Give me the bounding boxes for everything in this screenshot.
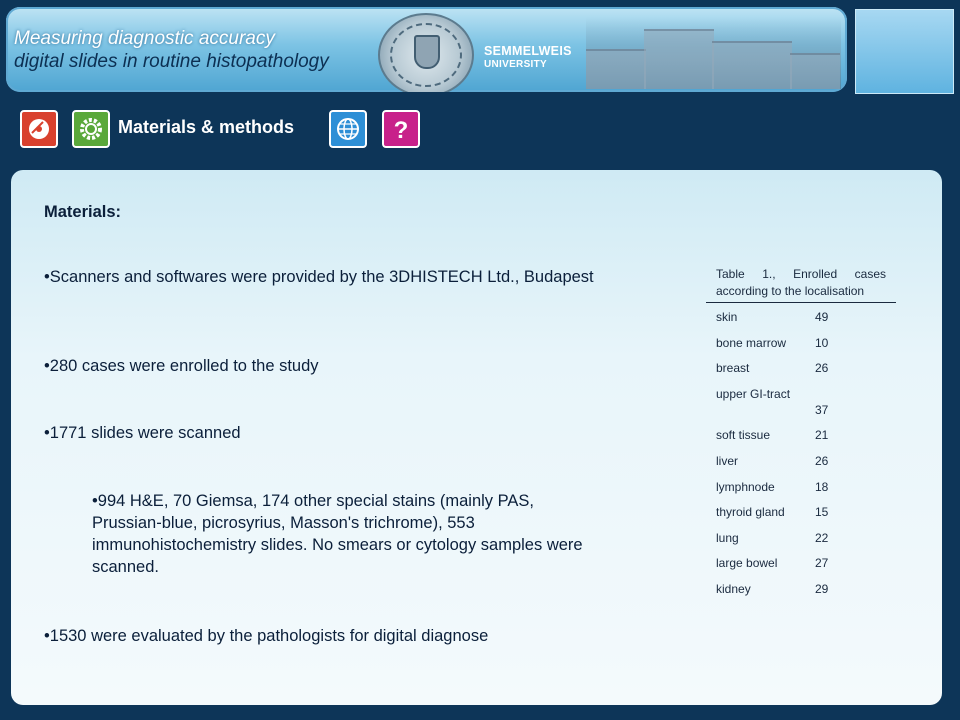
header-banner: Measuring diagnostic accuracy digital sl… [6,7,847,92]
globe-button[interactable] [329,110,367,148]
table-cell-count: 18 [815,480,829,494]
table-cell-site: thyroid gland [716,505,785,519]
table-cell-count: 27 [815,556,829,570]
bullet-cases: •280 cases were enrolled to the study [44,357,319,375]
presentation-title: Measuring diagnostic accuracy digital sl… [14,27,329,73]
table-cell-count: 21 [815,428,829,442]
bullet-evaluated: •1530 were evaluated by the pathologists… [44,627,489,645]
table-cell-site: lymphnode [716,480,775,494]
university-name-line-2: UNIVERSITY [484,59,548,70]
bullet-scanners: •Scanners and softwares were provided by… [44,268,594,286]
table-cell-site: breast [716,361,750,375]
table-caption: Table 1., Enrolled cases according to th… [716,267,886,298]
corner-decoration [855,9,954,94]
university-name: SEMMELWEIS UNIVERSITY [484,45,572,71]
gear-icon [80,118,102,140]
settings-button[interactable] [72,110,110,148]
svg-text:?: ? [394,117,409,141]
table-cell-count: 15 [815,505,829,519]
table-divider [706,302,896,303]
table-cell-count: 22 [815,531,829,545]
globe-icon [337,118,359,140]
bullet-slides: •1771 slides were scanned [44,424,241,442]
table-cell-site: large bowel [716,556,778,570]
table-cell-count: 49 [815,310,829,324]
table-cell-count: 37 [815,403,829,417]
title-line-1: Measuring diagnostic accuracy [14,28,275,49]
title-line-2: digital slides in routine histopathology [14,51,329,72]
table-cell-count: 26 [815,361,829,375]
materials-heading: Materials: [44,203,122,221]
university-name-line-1: SEMMELWEIS [484,44,572,58]
university-seal-logo [378,13,474,92]
table-cell-site: upper GI-tract [716,387,791,401]
table-cell-count: 10 [815,336,829,350]
table-cell-site: soft tissue [716,428,771,442]
disc-button[interactable] [20,110,58,148]
table-cell-count: 29 [815,582,829,596]
bullet-stains: •994 H&E, 70 Giemsa, 174 other special s… [92,492,583,576]
table-cell-site: skin [716,310,738,324]
help-icon: ? [394,117,409,141]
table-cell-count: 26 [815,454,829,468]
university-building-image [586,17,841,89]
table-cell-site: bone marrow [716,336,787,350]
table-cell-site: lung [716,531,739,545]
table-cell-site: liver [716,454,739,468]
table-cell-site: kidney [716,582,751,596]
section-title: Materials & methods [118,117,295,137]
help-button[interactable]: ? [382,110,420,148]
disc-icon [29,119,49,139]
